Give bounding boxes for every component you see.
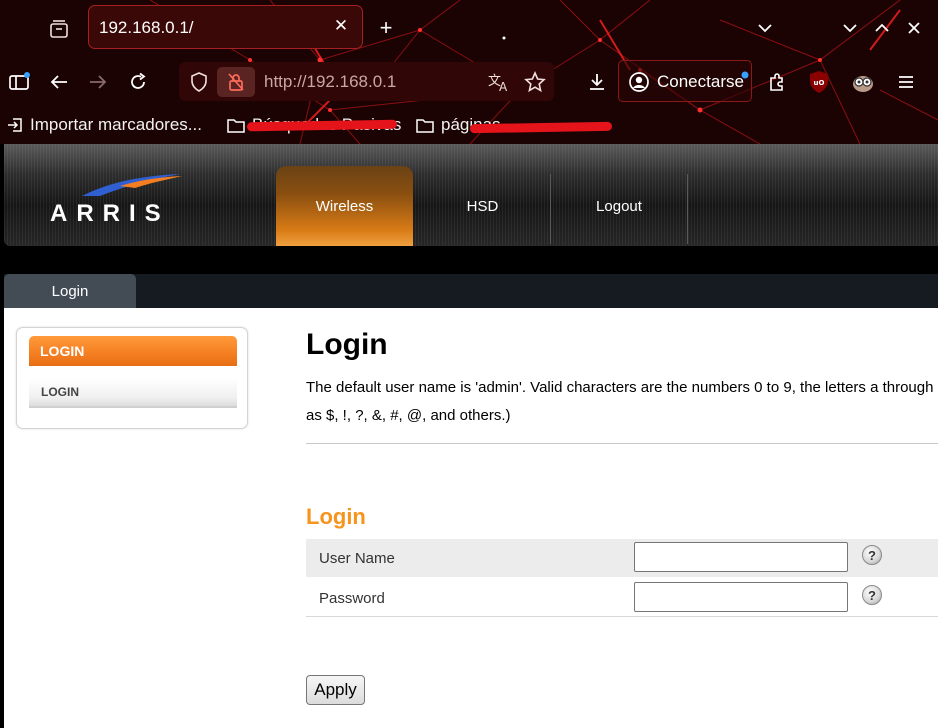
account-label: Conectarse <box>657 72 744 91</box>
import-icon <box>8 118 22 132</box>
subtab-login[interactable]: Login <box>4 274 136 308</box>
password-label: Password <box>319 590 385 607</box>
sidebar-item-login[interactable]: LOGIN <box>29 378 237 408</box>
tab-title: 192.168.0.1/ <box>99 18 194 37</box>
active-tab[interactable]: 192.168.0.1/ ✕ <box>88 5 363 49</box>
extension-avatar-icon[interactable] <box>848 67 878 97</box>
browser-chrome: 192.168.0.1/ ✕ + http://192.168.0.1 文 A … <box>0 0 938 144</box>
shield-icon[interactable] <box>189 71 209 93</box>
tab-manager-icon <box>50 20 68 38</box>
list-all-tabs-chevron-icon[interactable] <box>751 14 779 42</box>
bookmark-label: Importar marcadores... <box>30 115 202 134</box>
minimize-chevron-icon[interactable] <box>836 14 864 42</box>
maximize-chevron-icon[interactable] <box>868 14 896 42</box>
downloads-icon[interactable] <box>582 67 612 97</box>
form-row-password: Password ? <box>306 579 938 617</box>
redaction-scribble <box>469 121 613 134</box>
folder-icon <box>416 118 434 133</box>
bookmark-star-icon[interactable] <box>524 71 546 93</box>
router-header: ARRIS Wireless HSD Logout <box>4 144 938 246</box>
description-line: as $, !, ?, &, #, @, and others.) <box>306 407 511 424</box>
svg-text:uO: uO <box>814 79 825 87</box>
account-icon <box>629 72 649 92</box>
form-row-username: User Name ? <box>306 539 938 577</box>
nav-tab-label: Wireless <box>315 197 374 215</box>
reload-icon[interactable] <box>123 67 153 97</box>
arris-swoosh-icon <box>82 174 182 196</box>
router-page: ARRIS Wireless HSD Logout Login LOGIN LO… <box>0 144 938 728</box>
arris-logo: ARRIS <box>50 172 190 227</box>
sub-navigation-bar: Login <box>4 274 938 308</box>
nav-tab-label: HSD <box>466 197 499 215</box>
nav-tab-logout[interactable]: Logout <box>551 166 687 246</box>
nav-tab-wireless[interactable]: Wireless <box>276 166 413 246</box>
nav-tab-hsd[interactable]: HSD <box>414 166 551 246</box>
sidebar-menu: LOGIN LOGIN <box>16 327 248 429</box>
divider <box>306 443 938 444</box>
hamburger-menu-icon[interactable] <box>891 67 921 97</box>
sidebar-header: LOGIN <box>29 336 237 366</box>
apply-button[interactable]: Apply <box>306 675 365 705</box>
window-close-icon[interactable] <box>900 14 928 42</box>
section-title: Login <box>306 504 366 529</box>
page-title: Login <box>306 328 388 361</box>
bookmarks-toolbar: Importar marcadores... Búsquedas Pasivas… <box>0 107 938 144</box>
brand-name: ARRIS <box>50 200 170 227</box>
notification-dot-icon <box>741 71 749 79</box>
help-question-icon[interactable]: ? <box>862 585 882 605</box>
url-input[interactable]: http://192.168.0.1 <box>264 72 396 92</box>
sidebar-toggle-icon[interactable] <box>4 67 34 97</box>
page-description: The default user name is 'admin'. Valid … <box>306 374 938 430</box>
nav-divider <box>687 174 688 244</box>
username-label: User Name <box>319 550 395 567</box>
back-arrow-icon[interactable] <box>44 67 74 97</box>
navigation-toolbar: http://192.168.0.1 文A Conectarse uO <box>0 55 938 107</box>
new-tab-button[interactable]: + <box>372 14 400 42</box>
insecure-lock-icon[interactable] <box>217 67 255 97</box>
nav-tab-label: Logout <box>596 197 642 215</box>
description-line: The default user name is 'admin'. Valid … <box>306 379 934 396</box>
forward-arrow-icon[interactable] <box>83 67 113 97</box>
tab-bar: 192.168.0.1/ ✕ + <box>0 0 938 55</box>
password-input[interactable] <box>634 582 848 612</box>
ublock-origin-icon[interactable]: uO <box>804 67 834 97</box>
content-area: LOGIN LOGIN Login The default user name … <box>4 308 938 728</box>
address-bar[interactable]: http://192.168.0.1 文A <box>179 62 554 101</box>
tab-close-icon[interactable]: ✕ <box>330 14 352 38</box>
translate-icon[interactable]: 文A <box>488 72 510 92</box>
tab-list-button[interactable] <box>44 14 74 44</box>
account-button[interactable]: Conectarse <box>618 60 752 102</box>
username-input[interactable] <box>634 542 848 572</box>
help-question-icon[interactable]: ? <box>862 545 882 565</box>
extensions-puzzle-icon[interactable] <box>762 67 792 97</box>
bookmark-import[interactable]: Importar marcadores... <box>6 115 202 135</box>
svg-text:A: A <box>499 80 508 92</box>
folder-icon <box>227 118 245 133</box>
